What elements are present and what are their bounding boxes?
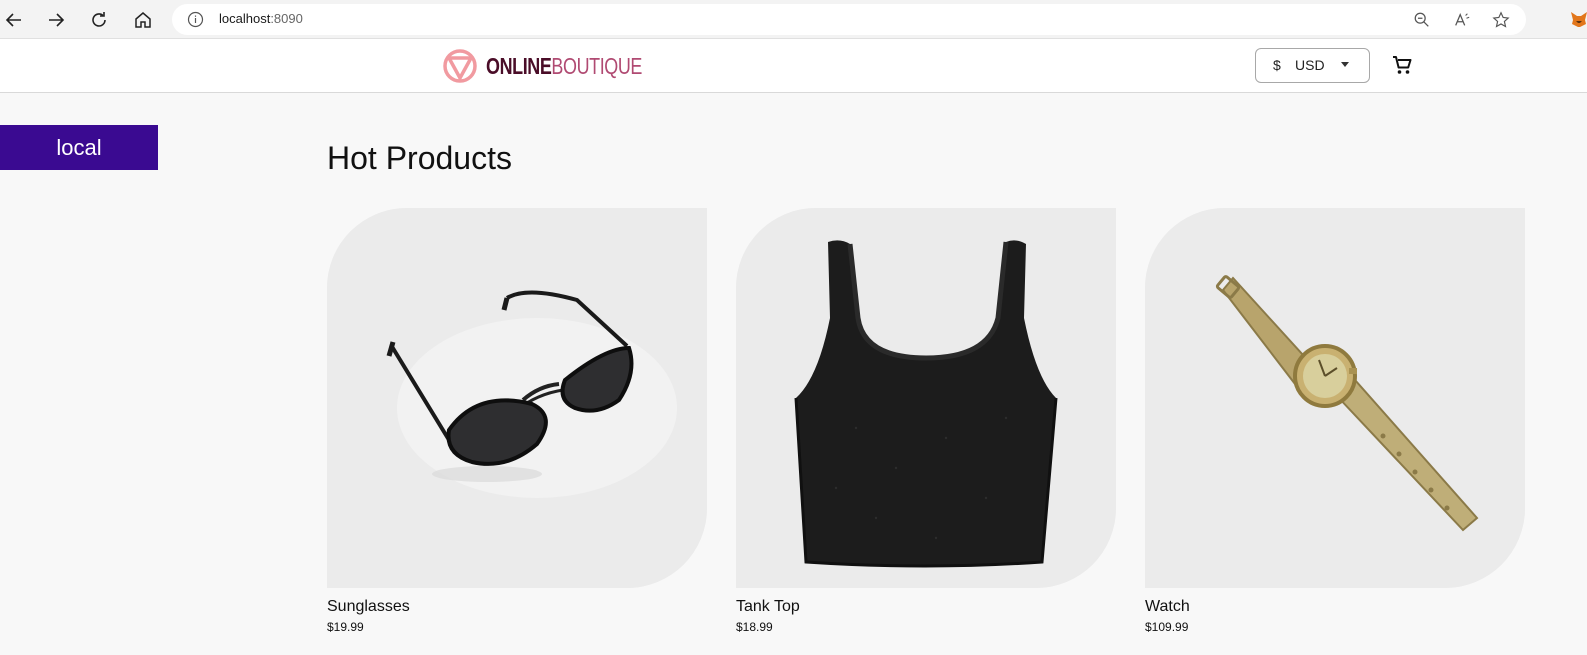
sunglasses-image[interactable]	[327, 208, 707, 588]
product-card[interactable]: Watch $109.99	[1145, 208, 1525, 634]
product-price: $19.99	[327, 620, 364, 634]
fox-extension-icon[interactable]	[1570, 10, 1587, 28]
url-text[interactable]: localhost:8090	[219, 11, 303, 26]
product-card[interactable]: Tank Top $18.99	[736, 208, 1116, 634]
url-host: localhost	[219, 11, 271, 26]
refresh-icon[interactable]	[85, 6, 113, 34]
product-name[interactable]: Tank Top	[736, 598, 1116, 616]
zoom-out-icon[interactable]	[1412, 10, 1432, 30]
home-icon[interactable]	[129, 6, 157, 34]
tank-top-image[interactable]	[736, 208, 1116, 588]
logo-text: ONLINEBOUTIQUE	[486, 53, 642, 80]
read-aloud-icon[interactable]	[1452, 10, 1472, 30]
product-price: $18.99	[736, 620, 773, 634]
favorite-star-icon[interactable]	[1491, 10, 1511, 30]
product-name[interactable]: Watch	[1145, 598, 1525, 616]
section-title: Hot Products	[327, 140, 512, 176]
cart-icon[interactable]	[1390, 53, 1414, 77]
info-icon[interactable]	[187, 11, 204, 28]
logo-text-boutique: BOUTIQUE	[551, 52, 643, 79]
logo-text-online: ONLINE	[486, 52, 552, 79]
logo-mark-icon	[443, 49, 477, 83]
forward-icon[interactable]	[42, 6, 70, 34]
site-header: ONLINEBOUTIQUE $ USD	[0, 39, 1587, 93]
watch-image[interactable]	[1145, 208, 1525, 588]
browser-toolbar: localhost:8090	[0, 0, 1587, 39]
address-bar[interactable]: localhost:8090	[172, 4, 1526, 35]
currency-symbol: $	[1273, 57, 1281, 73]
currency-selector[interactable]: $ USD	[1255, 48, 1370, 83]
back-icon[interactable]	[0, 6, 28, 34]
url-port: :8090	[270, 11, 303, 26]
product-price: $109.99	[1145, 620, 1189, 634]
product-card[interactable]: Sunglasses $19.99	[327, 208, 707, 634]
logo[interactable]: ONLINEBOUTIQUE	[443, 47, 686, 85]
environment-badge: local	[0, 125, 158, 170]
currency-code: USD	[1295, 57, 1325, 73]
caret-down-icon	[1341, 62, 1349, 67]
product-name[interactable]: Sunglasses	[327, 598, 707, 616]
